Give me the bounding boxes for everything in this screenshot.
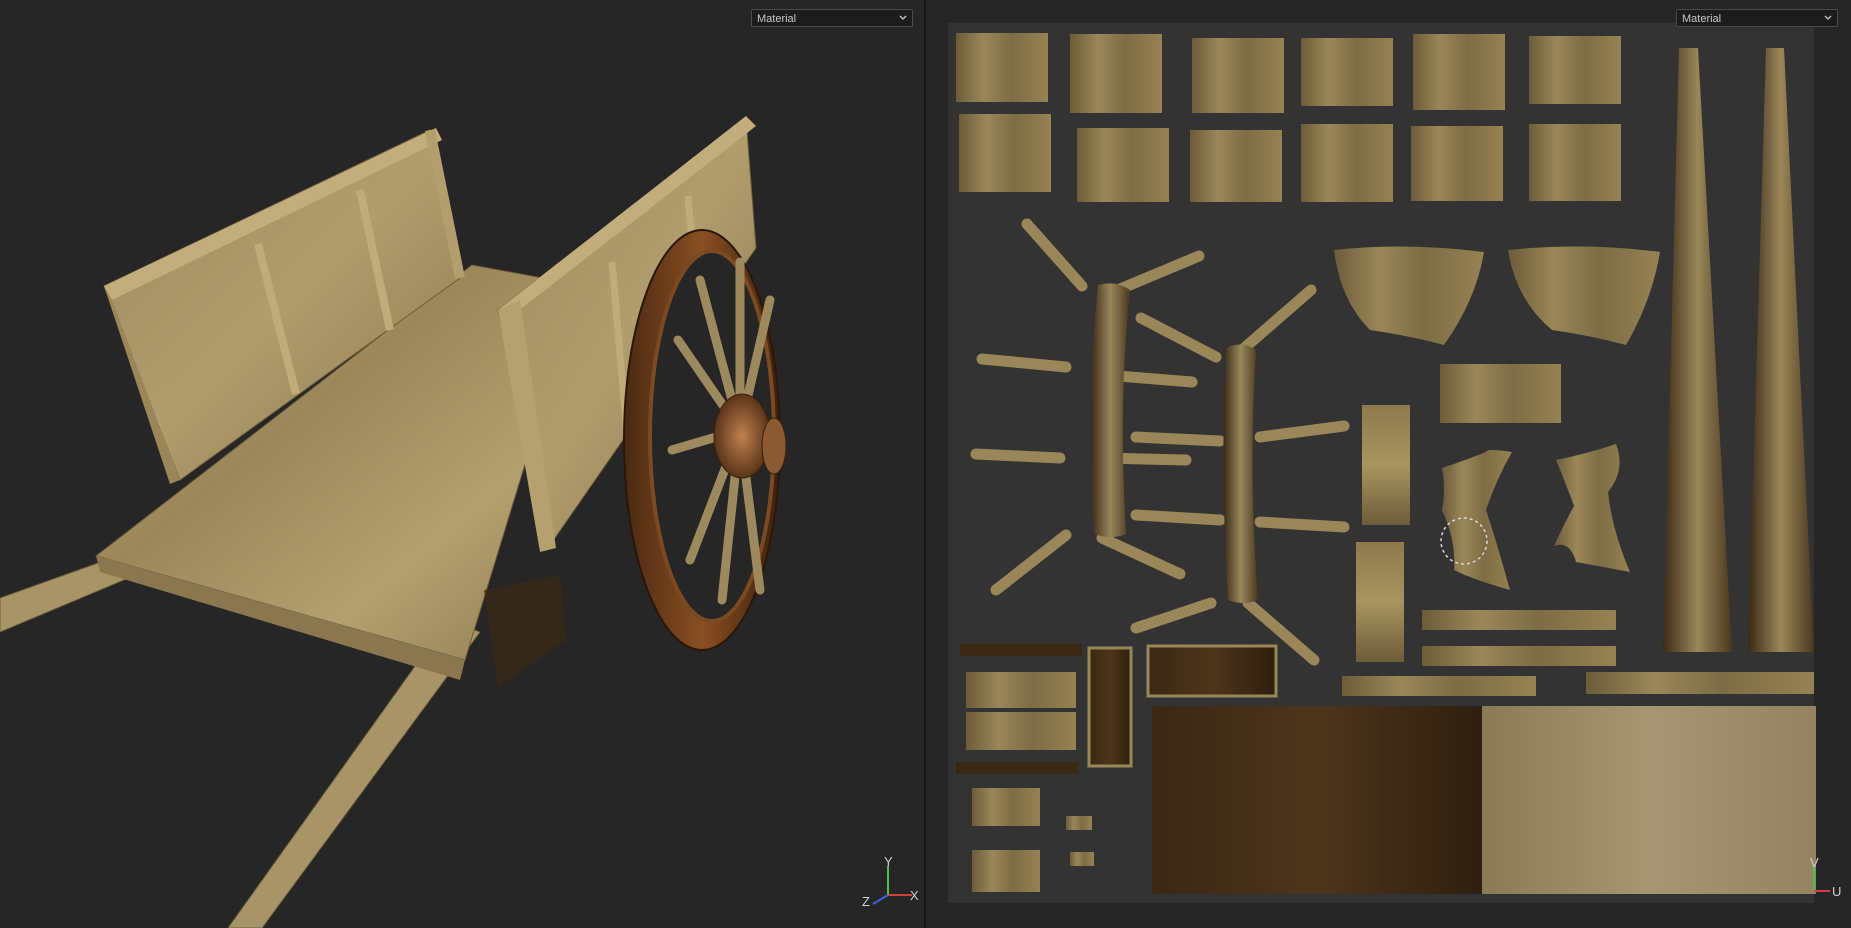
app-window: Y X Z Material V U Material xyxy=(0,0,1851,928)
shading-mode-value: Material xyxy=(1682,13,1722,25)
axis-label-u: U xyxy=(1832,884,1841,899)
axis-label-x: X xyxy=(910,888,919,903)
uv-layout[interactable]: V U xyxy=(926,0,1851,928)
shading-mode-value: Material xyxy=(757,13,797,25)
shading-mode-select-uv[interactable]: Material xyxy=(1676,9,1838,27)
cart-wheel xyxy=(623,229,787,651)
chevron-down-icon xyxy=(899,15,907,20)
axis-label-y: Y xyxy=(884,854,893,869)
cart-3d-model[interactable]: Y X Z xyxy=(0,0,924,928)
axis-label-v: V xyxy=(1810,855,1819,870)
shading-mode-select-3d[interactable]: Material xyxy=(751,9,913,27)
axis-label-z: Z xyxy=(862,894,870,909)
chevron-down-icon xyxy=(1824,15,1832,20)
uv-island-floor-dark xyxy=(1152,706,1482,894)
uv-island-floor-light xyxy=(1482,706,1816,894)
axis-gizmo-3d: Y X Z xyxy=(862,854,919,909)
viewport-uv-editor[interactable]: V U Material xyxy=(926,0,1851,928)
viewport-3d[interactable]: Y X Z Material xyxy=(0,0,924,928)
uv-island-strip-block xyxy=(1440,364,1561,423)
